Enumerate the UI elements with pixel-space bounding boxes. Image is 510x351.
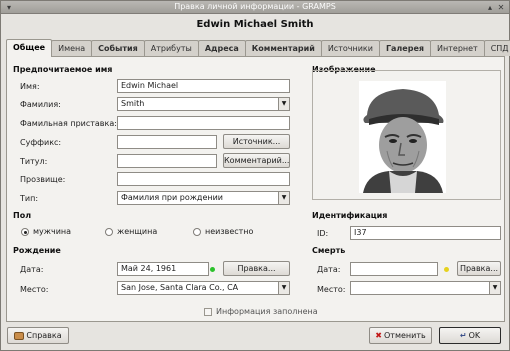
gender-unknown-radio[interactable]	[193, 228, 201, 236]
tab-7[interactable]: Галерея	[378, 40, 432, 56]
title-label: Титул:	[20, 157, 48, 166]
ok-label: OK	[468, 331, 481, 340]
nickname-label: Прозвище:	[20, 175, 66, 184]
gender-male-radio[interactable]	[21, 228, 29, 236]
gender-female-label[interactable]: женщина	[117, 227, 157, 236]
death-date-field[interactable]	[350, 262, 438, 276]
tab-bar: Общее Имена События Атрибуты Адреса Комментар…	[6, 39, 510, 57]
preferred-name-header: Предпочитаемое имя	[13, 65, 113, 74]
title-bar[interactable]: ▾ Правка личной информации - GRAMPS ▴ ✕	[1, 1, 509, 14]
death-date-status-icon	[444, 267, 449, 272]
title-field[interactable]	[117, 154, 217, 168]
close-icon[interactable]: ✕	[496, 3, 506, 12]
window-title: Правка личной информации - GRAMPS	[174, 2, 336, 11]
tab-9[interactable]: СПД	[483, 40, 510, 56]
tab-4[interactable]: Адреса	[197, 40, 246, 56]
name-type-combo[interactable]: Фамилия при рождении ▼	[117, 191, 290, 205]
info-complete-label[interactable]: Информация заполнена	[216, 307, 318, 316]
suffix-label: Суффикс:	[20, 138, 62, 147]
chevron-down-icon[interactable]: ▼	[278, 282, 289, 294]
gender-female-radio[interactable]	[105, 228, 113, 236]
death-place-label: Место:	[317, 285, 346, 294]
dialog-button-bar: Справка ✖ Отменить ↵ OK	[1, 323, 509, 350]
chevron-down-icon[interactable]: ▼	[278, 192, 289, 204]
death-date-label: Дата:	[317, 265, 341, 274]
tab-3[interactable]: Атрибуты	[143, 40, 199, 56]
gender-header: Пол	[13, 211, 32, 220]
prefix-field[interactable]	[117, 116, 290, 130]
death-edit-button[interactable]: Правка...	[457, 261, 501, 276]
image-frame	[312, 70, 501, 200]
tab-0[interactable]: Общее	[6, 39, 53, 57]
birth-place-value: San Jose, Santa Clara Co., CA	[121, 283, 239, 292]
cancel-button[interactable]: ✖ Отменить	[369, 327, 432, 344]
person-photo[interactable]	[359, 81, 446, 193]
birth-header: Рождение	[13, 246, 61, 255]
tab-1[interactable]: Имена	[51, 40, 93, 56]
surname-combo[interactable]: Smith ▼	[117, 97, 290, 111]
type-label: Тип:	[20, 194, 39, 203]
id-label: ID:	[317, 229, 329, 238]
edit-person-window: ▾ Правка личной информации - GRAMPS ▴ ✕ …	[0, 0, 510, 351]
birth-place-label: Место:	[20, 285, 49, 294]
given-name-field[interactable]: Edwin Michael	[117, 79, 290, 93]
identification-header: Идентификация	[312, 211, 388, 220]
help-button[interactable]: Справка	[7, 327, 69, 344]
surname-value: Smith	[121, 99, 145, 108]
suffix-field[interactable]	[117, 135, 217, 149]
person-name-heading: Edwin Michael Smith	[196, 19, 314, 30]
birth-date-field[interactable]: Май 24, 1961	[117, 262, 209, 276]
surname-label: Фамилия:	[20, 100, 61, 109]
source-button[interactable]: Источник...	[223, 134, 290, 149]
minimize-icon[interactable]: ▴	[485, 3, 495, 12]
chevron-down-icon[interactable]: ▼	[489, 282, 500, 294]
id-field[interactable]: I37	[350, 226, 501, 240]
tab-5[interactable]: Комментарий	[244, 40, 322, 56]
given-name-label: Имя:	[20, 82, 40, 91]
ok-button[interactable]: ↵ OK	[439, 327, 501, 344]
tab-6[interactable]: Источники	[320, 40, 380, 56]
gender-unknown-label[interactable]: неизвестно	[205, 227, 253, 236]
tab-8[interactable]: Интернет	[430, 40, 485, 56]
death-header: Смерть	[312, 246, 346, 255]
tab-2[interactable]: События	[91, 40, 145, 56]
help-icon	[14, 331, 25, 340]
general-tab-panel: Предпочитаемое имя Имя: Edwin Michael Фа…	[6, 56, 505, 322]
chevron-down-icon[interactable]: ▼	[278, 98, 289, 110]
birth-date-label: Дата:	[20, 265, 44, 274]
gender-male-label[interactable]: мужчина	[33, 227, 71, 236]
birth-date-status-icon	[210, 267, 215, 272]
death-place-combo[interactable]: ▼	[350, 281, 501, 295]
comment-button[interactable]: Комментарий...	[223, 153, 290, 168]
nickname-field[interactable]	[117, 172, 290, 186]
prefix-label: Фамильная приставка:	[20, 119, 117, 128]
birth-edit-button[interactable]: Правка...	[223, 261, 290, 276]
cancel-label: Отменить	[383, 331, 426, 340]
ok-icon: ↵	[459, 331, 467, 340]
help-label: Справка	[26, 331, 62, 340]
info-complete-checkbox[interactable]	[204, 308, 212, 316]
cancel-icon: ✖	[375, 331, 382, 340]
name-type-value: Фамилия при рождении	[121, 193, 224, 202]
birth-place-combo[interactable]: San Jose, Santa Clara Co., CA ▼	[117, 281, 290, 295]
